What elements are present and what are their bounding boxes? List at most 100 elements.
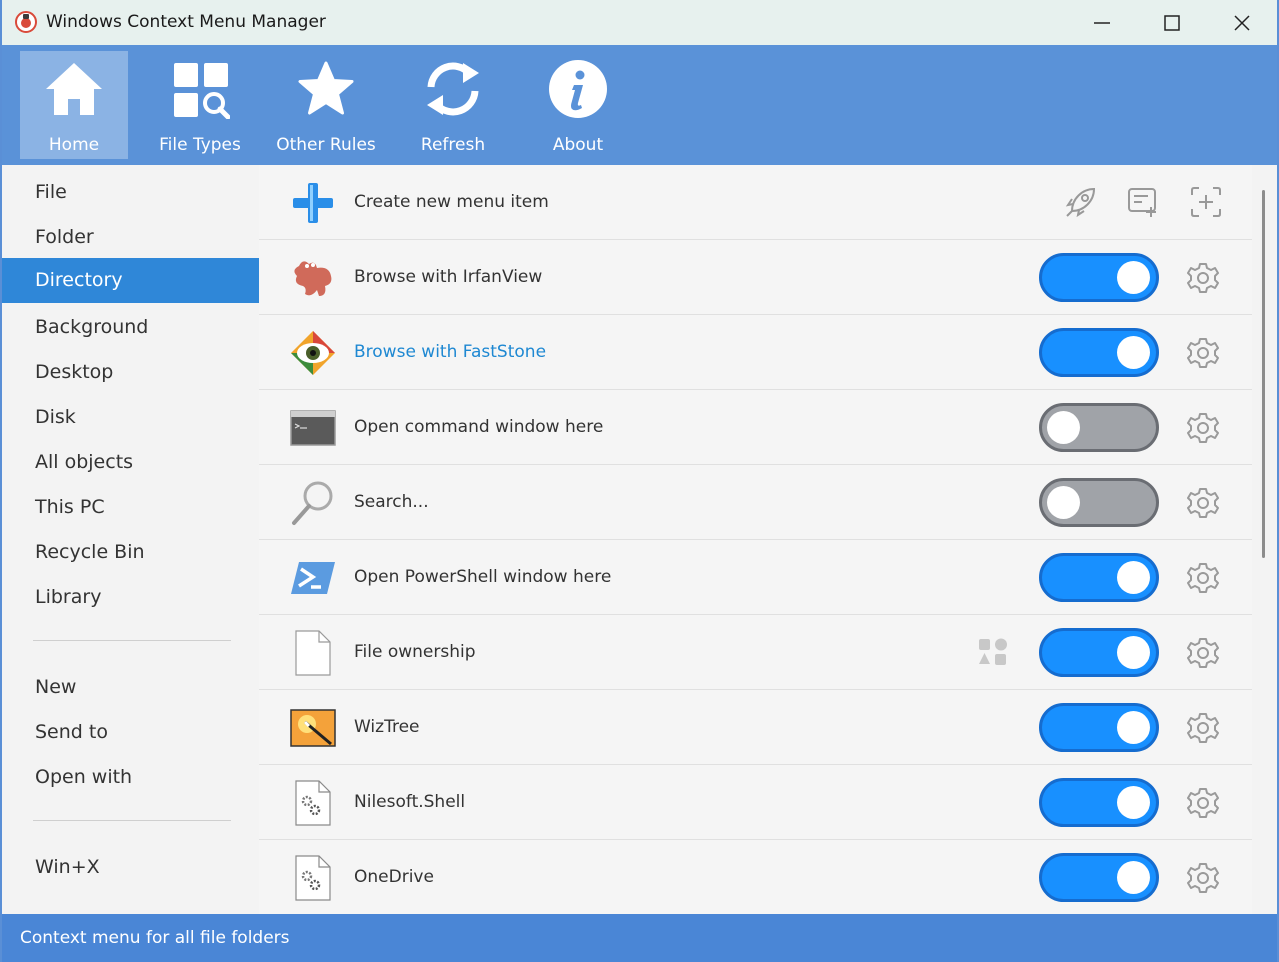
toolbar-file-types-label: File Types [159,135,241,155]
menu-row-label: Open command window here [354,417,604,437]
file-ownership-toggle[interactable] [1039,628,1159,677]
wiztree-toggle[interactable] [1039,703,1159,752]
add-note-icon[interactable] [1126,185,1160,219]
toolbar-about[interactable]: About [524,51,632,159]
sidebar-divider [33,820,231,821]
menu-row-wiztree[interactable]: WizTree [259,690,1252,765]
file-types-icon [174,63,230,119]
rocket-icon[interactable] [1064,185,1098,219]
sidebar-item-desktop[interactable]: Desktop [2,350,259,395]
powershell-toggle[interactable] [1039,553,1159,602]
menu-row-label: Browse with FastStone [354,342,547,362]
sidebar-item-all-objects[interactable]: All objects [2,440,259,485]
shapes-icon[interactable] [976,635,1010,669]
sidebar-item-disk[interactable]: Disk [2,395,259,440]
add-frame-icon[interactable] [1189,185,1223,219]
search-toggle[interactable] [1039,478,1159,527]
menu-row-label: Nilesoft.Shell [354,792,466,812]
sidebar-divider [33,640,231,641]
sidebar-item-file[interactable]: File [2,170,259,215]
info-icon [549,60,607,118]
gear-icon[interactable] [1187,862,1219,894]
gear-icon[interactable] [1187,562,1219,594]
toolbar-other-rules[interactable]: Other Rules [272,51,380,159]
vertical-scrollbar[interactable] [1252,165,1277,914]
menu-row-file-ownership[interactable]: File ownership [259,615,1252,690]
toggle-knob [1117,561,1150,594]
toolbar-other-rules-label: Other Rules [276,135,376,155]
minimize-icon [1094,22,1110,24]
toggle-knob [1047,486,1080,519]
plus-icon [293,183,333,223]
sidebar-item-folder[interactable]: Folder [2,215,259,260]
menu-row-irfanview[interactable]: Browse with IrfanView [259,240,1252,315]
settings-file-icon [295,780,331,826]
menu-items-list: Create new menu item Browse with IrfanVi… [259,165,1252,914]
toolbar-about-label: About [552,135,604,155]
window-title: Windows Context Menu Manager [46,12,326,32]
gear-icon[interactable] [1187,412,1219,444]
toggle-knob [1117,861,1150,894]
menu-row-label: File ownership [354,642,476,662]
sidebar-item-library[interactable]: Library [2,575,259,620]
sidebar-item-open-with[interactable]: Open with [2,755,259,800]
scrollbar-thumb[interactable] [1262,190,1265,558]
app-logo-icon [15,11,37,33]
command-window-toggle[interactable] [1039,403,1159,452]
blank-file-icon [295,630,331,676]
toggle-knob [1117,336,1150,369]
maximize-button[interactable] [1137,0,1207,45]
sidebar-item-send-to[interactable]: Send to [2,710,259,755]
create-new-label: Create new menu item [354,192,549,212]
create-new-row[interactable]: Create new menu item [259,165,1252,240]
gear-icon[interactable] [1187,712,1219,744]
gear-icon[interactable] [1187,487,1219,519]
app-window: Windows Context Menu Manager Home File T… [2,0,1277,962]
sidebar-item-background[interactable]: Background [2,305,259,350]
gear-icon[interactable] [1187,337,1219,369]
menu-row-onedrive[interactable]: OneDrive [259,840,1252,914]
irfanview-toggle[interactable] [1039,253,1159,302]
toolbar-home[interactable]: Home [20,51,128,159]
onedrive-toggle[interactable] [1039,853,1159,902]
menu-row-label: WizTree [354,717,420,737]
gear-icon[interactable] [1187,262,1219,294]
faststone-eye-icon [291,331,335,375]
main-toolbar: Home File Types Other Rules Refresh Abou… [2,45,1277,165]
nilesoft-shell-toggle[interactable] [1039,778,1159,827]
toggle-knob [1047,411,1080,444]
close-button[interactable] [1207,0,1277,45]
menu-row-powershell[interactable]: Open PowerShell window here [259,540,1252,615]
menu-row-faststone[interactable]: Browse with FastStone [259,315,1252,390]
sidebar-item-recycle-bin[interactable]: Recycle Bin [2,530,259,575]
menu-row-label: OneDrive [354,867,434,887]
menu-row-command-window[interactable]: Open command window here [259,390,1252,465]
close-icon [1234,15,1250,31]
refresh-icon [427,62,479,116]
sidebar-item-this-pc[interactable]: This PC [2,485,259,530]
menu-row-label: Open PowerShell window here [354,567,612,587]
sidebar-item-win-x[interactable]: Win+X [2,845,259,890]
toolbar-file-types[interactable]: File Types [146,51,254,159]
gear-icon[interactable] [1187,637,1219,669]
minimize-button[interactable] [1067,0,1137,45]
toggle-knob [1117,786,1150,819]
toggle-knob [1117,711,1150,744]
command-prompt-icon [290,410,336,446]
title-bar[interactable]: Windows Context Menu Manager [2,0,1277,45]
settings-file-icon [295,855,331,901]
menu-row-label: Browse with IrfanView [354,267,543,287]
category-sidebar: File Folder Directory Background Desktop… [2,165,259,914]
irfanview-icon [294,261,332,296]
sidebar-item-directory[interactable]: Directory [2,258,259,303]
menu-row-search[interactable]: Search... [259,465,1252,540]
toolbar-refresh-label: Refresh [420,135,486,155]
star-icon [298,61,354,115]
menu-row-nilesoft-shell[interactable]: Nilesoft.Shell [259,765,1252,840]
faststone-toggle[interactable] [1039,328,1159,377]
toolbar-refresh[interactable]: Refresh [399,51,507,159]
toggle-knob [1117,636,1150,669]
toggle-knob [1117,261,1150,294]
gear-icon[interactable] [1187,787,1219,819]
sidebar-item-new[interactable]: New [2,665,259,710]
